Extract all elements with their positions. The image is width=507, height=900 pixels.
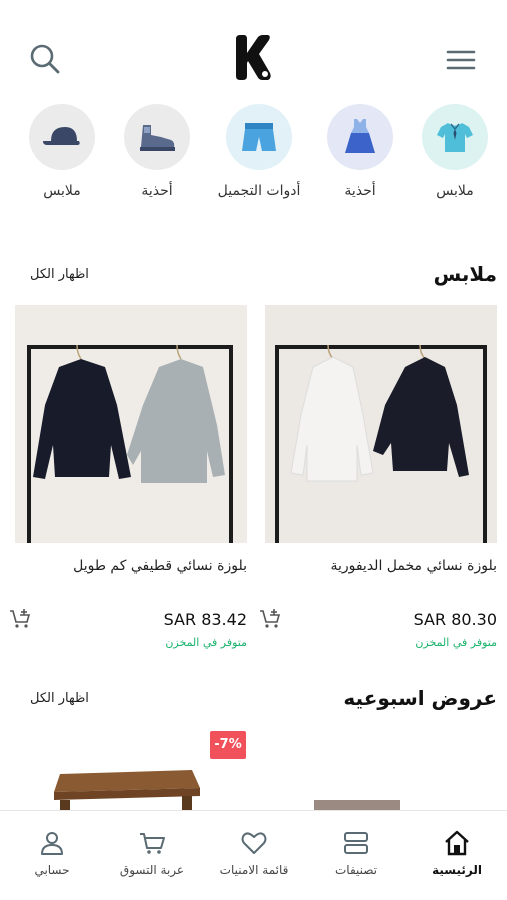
tab-home[interactable]: الرئيسية	[407, 811, 507, 900]
product-name[interactable]: بلوزة نسائي قطيفي كم طويل	[73, 558, 247, 574]
shorts-icon	[242, 123, 276, 151]
category-circle	[327, 104, 393, 170]
dress-icon	[345, 119, 375, 153]
heart-icon	[241, 832, 267, 854]
user-icon	[41, 832, 63, 855]
category-item[interactable]: ملابس	[410, 104, 500, 202]
category-label: ملابس	[43, 183, 81, 199]
category-label: أدوات التجميل	[217, 183, 301, 199]
tab-categories[interactable]: تصنيفات	[306, 811, 406, 900]
category-strip: ملابس أحذية أدوات التجميل أحذية ملابس	[0, 104, 507, 234]
shirt-icon	[437, 123, 473, 152]
discount-badge: -7%	[210, 731, 246, 759]
brand-logo[interactable]	[232, 33, 276, 83]
product-price: SAR 80.30	[413, 610, 497, 629]
tab-label: الرئيسية	[432, 863, 482, 877]
category-label: ملابس	[436, 183, 474, 199]
hamburger-menu-icon	[446, 50, 476, 70]
show-all-link[interactable]: اظهار الكل	[30, 691, 89, 706]
tab-wishlist[interactable]: قائمة الامنيات	[204, 811, 304, 900]
add-to-cart-icon	[10, 609, 31, 628]
offer-product-image[interactable]	[50, 764, 202, 810]
cart-icon	[140, 833, 165, 854]
product-image[interactable]	[15, 305, 247, 543]
tab-cart[interactable]: عربة التسوق	[102, 811, 202, 900]
category-circle	[124, 104, 190, 170]
tab-label: قائمة الامنيات	[219, 863, 289, 877]
product-card[interactable]: بلوزة نسائي قطيفي كم طويل SAR 83.42 متوف…	[10, 305, 247, 649]
add-to-cart-button[interactable]	[259, 608, 281, 630]
category-circle	[226, 104, 292, 170]
category-circle	[422, 104, 488, 170]
product-image[interactable]	[265, 305, 497, 543]
search-button[interactable]	[28, 42, 62, 76]
product-card[interactable]: بلوزة نسائي مخمل الديفورية SAR 80.30 متو…	[260, 305, 497, 649]
section-header-clothes: ملابس اظهار الكل	[0, 262, 507, 292]
search-icon	[30, 44, 60, 74]
category-item[interactable]: أحذية	[112, 104, 202, 202]
show-all-link[interactable]: اظهار الكل	[30, 267, 89, 282]
product-price: SAR 83.42	[163, 610, 247, 629]
section-title: عروض اسبوعيه	[343, 686, 497, 710]
add-to-cart-button[interactable]	[9, 608, 31, 630]
tab-label: حسابي	[34, 863, 70, 877]
cap-icon	[43, 127, 80, 145]
stock-status: متوفر في المخزن	[415, 636, 497, 649]
bottom-tab-bar: الرئيسية تصنيفات قائمة الامنيات عربة الت…	[0, 810, 507, 900]
weekly-offers-list: -7%	[0, 728, 507, 810]
categories-icon	[344, 832, 368, 854]
category-circle	[29, 104, 95, 170]
tab-account[interactable]: حسابي	[2, 811, 102, 900]
category-item[interactable]: أدوات التجميل	[214, 104, 304, 202]
category-item[interactable]: ملابس	[17, 104, 107, 202]
category-label: أحذية	[141, 183, 173, 199]
menu-button[interactable]	[445, 47, 477, 73]
category-item[interactable]: أحذية	[315, 104, 405, 202]
add-to-cart-icon	[260, 609, 281, 628]
tab-label: عربة التسوق	[119, 863, 185, 877]
tab-label: تصنيفات	[334, 863, 377, 877]
app-header	[0, 0, 507, 100]
section-header-weekly-offers: عروض اسبوعيه اظهار الكل	[0, 686, 507, 716]
category-label: أحذية	[344, 183, 376, 199]
product-name[interactable]: بلوزة نسائي مخمل الديفورية	[330, 558, 497, 574]
sneaker-icon	[140, 125, 175, 151]
stock-status: متوفر في المخزن	[165, 636, 247, 649]
offer-product-image[interactable]	[314, 800, 400, 810]
home-icon	[445, 830, 469, 856]
section-title: ملابس	[433, 262, 497, 286]
